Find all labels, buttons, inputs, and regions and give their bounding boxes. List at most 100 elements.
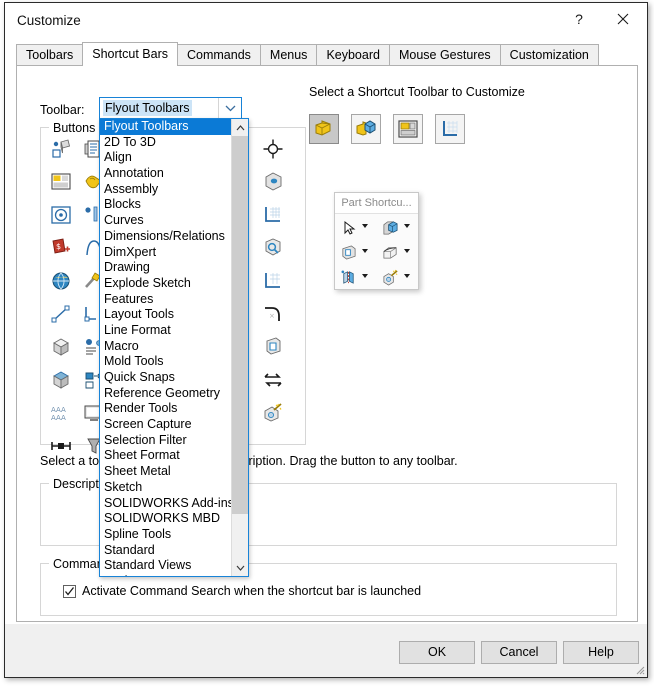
render-tools-text-icon[interactable]: AAA AAA bbox=[46, 398, 76, 428]
dropdown-item[interactable]: Sheet Format bbox=[100, 448, 231, 464]
toolbar-dropdown-list[interactable]: Flyout Toolbars 2D To 3D Align Annotation As… bbox=[99, 118, 249, 577]
tab-shortcut-bars[interactable]: Shortcut Bars bbox=[82, 42, 178, 66]
ok-button[interactable]: OK bbox=[399, 641, 475, 664]
help-button[interactable]: ? bbox=[557, 3, 601, 34]
drawing-globe-icon[interactable] bbox=[46, 266, 76, 296]
scroll-down-button[interactable] bbox=[232, 559, 248, 576]
dropdown-item[interactable]: Align bbox=[100, 150, 231, 166]
mate-icon[interactable] bbox=[258, 167, 288, 197]
dropdown-item[interactable]: 2D To 3D bbox=[100, 135, 231, 151]
dropdown-item[interactable]: Sheet Metal bbox=[100, 464, 231, 480]
dropdown-item[interactable]: Spline Tools bbox=[100, 527, 231, 543]
toolbar-combobox[interactable]: Flyout Toolbars bbox=[99, 97, 242, 119]
dropdown-item[interactable]: DimXpert bbox=[100, 245, 231, 261]
dropdown-item[interactable]: Assembly bbox=[100, 182, 231, 198]
chevron-down-icon[interactable] bbox=[362, 224, 368, 228]
dialog-title: Customize bbox=[17, 13, 81, 28]
select-arrow-button[interactable] bbox=[336, 215, 377, 239]
sheet-format-icon[interactable] bbox=[258, 266, 288, 296]
question-mark-icon: ? bbox=[575, 10, 583, 27]
dropdown-item[interactable]: Annotation bbox=[100, 166, 231, 182]
features-cube-icon[interactable] bbox=[46, 332, 76, 362]
dialog-footer: OK Cancel Help bbox=[5, 624, 647, 677]
customize-dialog: Customize ? Toolbars Shortcut Bars Comma… bbox=[4, 2, 648, 678]
activate-command-search-checkbox[interactable] bbox=[63, 584, 76, 598]
dropdown-item[interactable]: Standard bbox=[100, 543, 231, 559]
dropdown-item[interactable]: SOLIDWORKS Add-ins bbox=[100, 496, 231, 512]
appearance-wand-icon[interactable] bbox=[258, 398, 288, 428]
part-shortcut-icon[interactable] bbox=[309, 114, 339, 144]
dropdown-item[interactable]: Line Format bbox=[100, 323, 231, 339]
close-icon bbox=[617, 13, 629, 24]
mirror-icon bbox=[338, 267, 359, 288]
tab-customization[interactable]: Customization bbox=[499, 44, 599, 66]
dimxpert-icon[interactable]: $ bbox=[46, 233, 76, 263]
dropdown-item[interactable]: Blocks bbox=[100, 197, 231, 213]
circle-sketch-icon[interactable] bbox=[46, 200, 76, 230]
dropdown-item[interactable]: SOLIDWORKS MBD bbox=[100, 511, 231, 527]
dropdown-item[interactable]: Render Tools bbox=[100, 401, 231, 417]
title-bar: Customize ? bbox=[5, 3, 647, 40]
resize-grip-icon[interactable] bbox=[633, 663, 645, 675]
tab-strip: Toolbars Shortcut Bars Commands Menus Ke… bbox=[16, 42, 638, 66]
flip-direction-icon[interactable] bbox=[258, 365, 288, 395]
dropdown-item[interactable]: Reference Geometry bbox=[100, 386, 231, 402]
activate-command-search-row[interactable]: Activate Command Search when the shortcu… bbox=[63, 584, 421, 598]
tab-mouse-gestures[interactable]: Mouse Gestures bbox=[388, 44, 501, 66]
shortcut-bars-panel: Toolbar: Flyout Toolbars Buttons $ AAA A… bbox=[16, 65, 638, 622]
dropdown-item[interactable]: Screen Capture bbox=[100, 417, 231, 433]
instant3d-icon[interactable] bbox=[46, 134, 76, 164]
dropdown-item[interactable]: Standard Views bbox=[100, 558, 231, 574]
mold-tools-icon[interactable] bbox=[46, 365, 76, 395]
dropdown-item[interactable]: Sketch bbox=[100, 480, 231, 496]
chevron-down-icon[interactable] bbox=[404, 249, 410, 253]
point-origin-icon[interactable] bbox=[258, 134, 288, 164]
sheet-corner-icon[interactable] bbox=[258, 200, 288, 230]
dropdown-item[interactable]: Drawing bbox=[100, 260, 231, 276]
appearances-button[interactable] bbox=[378, 265, 419, 289]
tab-toolbars[interactable]: Toolbars bbox=[16, 44, 84, 66]
drawing-shortcut-icon[interactable] bbox=[393, 114, 423, 144]
sketch-shortcut-icon[interactable] bbox=[435, 114, 465, 144]
extruded-cut-button[interactable] bbox=[336, 240, 377, 264]
tab-commands[interactable]: Commands bbox=[176, 44, 261, 66]
chevron-down-icon[interactable] bbox=[362, 274, 368, 278]
fillet-button[interactable] bbox=[378, 240, 419, 264]
dropdown-item[interactable]: Macro bbox=[100, 339, 231, 355]
close-button[interactable] bbox=[601, 3, 645, 34]
checkmark-icon bbox=[65, 586, 75, 596]
tab-menus[interactable]: Menus bbox=[259, 44, 318, 66]
chevron-down-icon[interactable] bbox=[218, 98, 241, 118]
help-button-footer[interactable]: Help bbox=[563, 641, 639, 664]
dropdown-item[interactable]: Explode Sketch bbox=[100, 276, 231, 292]
dropdown-item[interactable]: Curves bbox=[100, 213, 231, 229]
dropdown-scrollbar[interactable] bbox=[231, 119, 248, 576]
cancel-button[interactable]: Cancel bbox=[481, 641, 557, 664]
chevron-down-icon[interactable] bbox=[362, 249, 368, 253]
chevron-down-icon[interactable] bbox=[404, 274, 410, 278]
dropdown-item[interactable]: Quick Snaps bbox=[100, 370, 231, 386]
fillet-corner-icon[interactable]: × bbox=[258, 299, 288, 329]
dropdown-item[interactable]: Layout Tools bbox=[100, 307, 231, 323]
dropdown-item[interactable]: Selection Filter bbox=[100, 433, 231, 449]
svg-text:AAA: AAA bbox=[51, 414, 66, 422]
dropdown-item[interactable]: Surfaces bbox=[100, 574, 231, 576]
dropdown-item[interactable]: Features bbox=[100, 292, 231, 308]
scroll-up-button[interactable] bbox=[232, 119, 248, 136]
chevron-down-icon[interactable] bbox=[404, 224, 410, 228]
tab-keyboard[interactable]: Keyboard bbox=[316, 44, 390, 66]
extruded-boss-button[interactable] bbox=[378, 215, 419, 239]
zoom-area-icon[interactable] bbox=[258, 233, 288, 263]
dropdown-item[interactable]: Dimensions/Relations bbox=[100, 229, 231, 245]
toolbar-dropdown-items[interactable]: Flyout Toolbars 2D To 3D Align Annotation As… bbox=[100, 119, 231, 576]
line-format-icon[interactable] bbox=[46, 299, 76, 329]
shell-box-icon[interactable] bbox=[258, 332, 288, 362]
mirror-button[interactable] bbox=[336, 265, 377, 289]
assembly-flyout-icon[interactable] bbox=[46, 167, 76, 197]
dropdown-item[interactable]: Mold Tools bbox=[100, 354, 231, 370]
assembly-shortcut-icon[interactable] bbox=[351, 114, 381, 144]
dropdown-item[interactable]: Flyout Toolbars bbox=[100, 119, 231, 135]
buttons-group-title: Buttons bbox=[49, 121, 100, 135]
scrollbar-thumb[interactable] bbox=[232, 136, 248, 514]
extruded-cut-icon bbox=[338, 242, 359, 263]
